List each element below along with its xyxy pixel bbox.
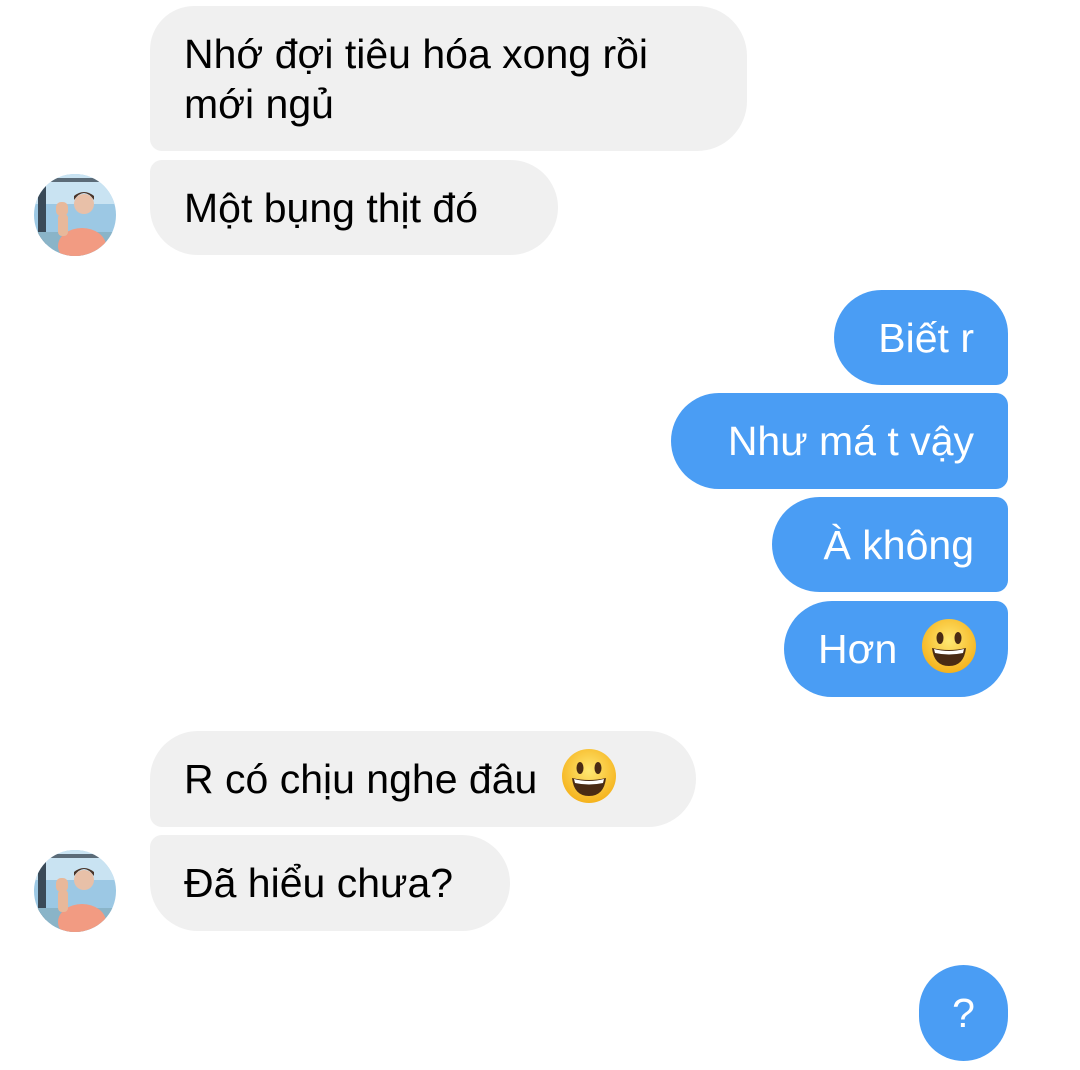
profile-photo-icon [34, 174, 116, 256]
grinning-face-emoji-icon [561, 748, 617, 804]
incoming-message-bubble[interactable]: Một bụng thịt đó [150, 160, 558, 255]
outgoing-message-bubble[interactable]: Biết r [834, 290, 1008, 385]
outgoing-message-bubble[interactable]: Như má t vậy [671, 393, 1008, 489]
message-text: Một bụng thịt đó [184, 185, 479, 231]
message-text-line: mới ngủ [184, 81, 334, 127]
message-text: Hơn [818, 626, 898, 673]
outgoing-message-bubble[interactable]: À không [772, 497, 1008, 592]
contact-avatar[interactable] [34, 850, 116, 932]
message-text: Đã hiểu chưa? [184, 860, 454, 906]
message-text: Như má t vậy [727, 418, 974, 464]
contact-avatar[interactable] [34, 174, 116, 256]
message-text: À không [823, 522, 974, 568]
grinning-face-emoji-icon [921, 618, 977, 674]
outgoing-message-bubble[interactable]: Hơn [784, 601, 1008, 697]
message-text: ? [952, 990, 975, 1036]
incoming-message-bubble[interactable]: R có chịu nghe đâu [150, 731, 696, 827]
incoming-message-bubble[interactable]: Đã hiểu chưa? [150, 835, 510, 931]
profile-photo-icon [34, 850, 116, 932]
message-text: R có chịu nghe đâu [184, 756, 538, 803]
message-text: Biết r [878, 315, 974, 361]
message-text-line: Nhớ đợi tiêu hóa xong rồi [184, 31, 649, 77]
outgoing-message-bubble[interactable]: ? [919, 965, 1008, 1061]
incoming-message-bubble[interactable]: Nhớ đợi tiêu hóa xong rồi mới ngủ [150, 6, 747, 151]
